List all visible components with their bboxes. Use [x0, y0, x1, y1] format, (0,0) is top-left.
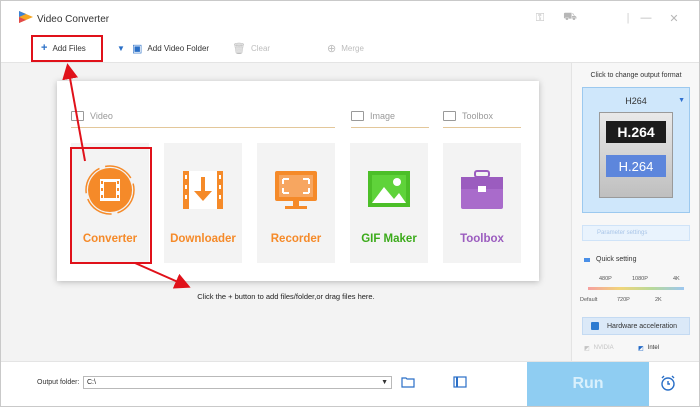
- download-icon: [183, 171, 223, 209]
- trash-icon: 🗑: [232, 42, 246, 55]
- app-title: Video Converter: [37, 14, 110, 25]
- hardware-acceleration-toggle[interactable]: Hardware acceleration: [582, 317, 690, 335]
- run-button[interactable]: Run: [527, 362, 649, 406]
- parameter-settings-button[interactable]: Parameter settings: [582, 225, 690, 241]
- scale-2k: 2K: [655, 297, 662, 303]
- alarm-clock-icon[interactable]: [659, 374, 677, 392]
- nvidia-option[interactable]: ◩ NVIDIA: [584, 340, 614, 356]
- bottom-bar: Output folder: C:\ ▼ Run: [1, 361, 699, 406]
- add-files-dropdown[interactable]: ▼: [117, 41, 130, 55]
- quick-setting-icon: [584, 257, 590, 262]
- drop-hint: Click the + button to add files/folder,o…: [197, 292, 375, 301]
- merge-icon: ⊕: [327, 42, 337, 55]
- output-folder-label: Output folder:: [37, 379, 80, 386]
- preview-folder-icon[interactable]: [453, 376, 467, 388]
- tile-toolbox-label: Toolbox: [460, 233, 504, 245]
- quick-setting-title: Quick setting: [584, 256, 636, 263]
- close-button[interactable]: ✕: [667, 11, 681, 25]
- converter-highlight: [70, 147, 152, 264]
- app-window: Video Converter ⚿ ⛟ | — ✕ + Add Files ▼ …: [0, 0, 700, 407]
- add-video-folder-button[interactable]: ▣ Add Video Folder: [132, 41, 209, 55]
- tile-downloader-label: Downloader: [170, 233, 236, 245]
- quick-setting-label: Quick setting: [596, 256, 637, 263]
- cart-icon[interactable]: ⛟: [563, 11, 577, 25]
- format-badge-bottom: H.264: [606, 155, 666, 177]
- toolbar: + Add Files ▼ ▣ Add Video Folder 🗑 Clear…: [1, 31, 699, 63]
- clear-label: Clear: [250, 43, 271, 53]
- nvidia-icon: ◩: [584, 345, 590, 352]
- merge-button[interactable]: ⊕ Merge: [327, 41, 364, 55]
- format-thumbnail: H.264 H.264: [599, 112, 673, 198]
- intel-icon: ◩: [638, 345, 644, 352]
- tile-recorder[interactable]: Recorder: [257, 143, 335, 263]
- tile-downloader[interactable]: Downloader: [164, 143, 242, 263]
- output-folder-value: C:\: [87, 379, 96, 386]
- nvidia-label: NVIDIA: [593, 345, 614, 351]
- add-video-folder-label: Add Video Folder: [147, 43, 210, 53]
- checkbox-icon: [591, 322, 599, 330]
- scale-720p: 720P: [617, 297, 630, 303]
- divider: |: [626, 12, 630, 24]
- minimize-button[interactable]: —: [639, 11, 653, 25]
- section-video: Video: [71, 109, 113, 123]
- add-files-highlight: [31, 35, 103, 62]
- section-toolbox: Toolbox: [443, 109, 493, 123]
- key-icon[interactable]: ⚿: [533, 11, 547, 25]
- app-logo-icon: [19, 11, 33, 23]
- scale-480p: 480P: [599, 276, 612, 282]
- chevron-down-icon: ▼: [117, 43, 125, 53]
- toolbox-section-icon: [443, 111, 456, 121]
- chevron-down-icon[interactable]: ▼: [381, 377, 388, 388]
- toolbox-icon: [461, 170, 503, 209]
- monitor-record-icon: [275, 171, 317, 209]
- toolbox-underline: [443, 127, 521, 128]
- folder-icon: ▣: [132, 42, 143, 55]
- video-underline: [71, 127, 335, 128]
- tile-recorder-label: Recorder: [270, 233, 322, 245]
- clear-button[interactable]: 🗑 Clear: [232, 41, 270, 55]
- section-image-label: Image: [370, 111, 396, 121]
- scale-default: Default: [580, 297, 598, 303]
- tile-gif-maker-label: GIF Maker: [361, 233, 417, 245]
- video-icon: [71, 111, 84, 121]
- parameter-settings-label: Parameter settings: [597, 230, 648, 236]
- tile-toolbox[interactable]: Toolbox: [443, 143, 521, 263]
- output-folder-field[interactable]: C:\ ▼: [83, 376, 392, 389]
- output-format-panel: Click to change output format H264 ▼ H.2…: [571, 63, 699, 361]
- section-video-label: Video: [90, 111, 113, 121]
- section-toolbox-label: Toolbox: [462, 111, 494, 121]
- quality-slider[interactable]: 480P 1080P 4K Default 720P 2K: [580, 272, 690, 306]
- merge-label: Merge: [341, 43, 364, 53]
- folder-open-icon[interactable]: [401, 376, 415, 388]
- intel-label: Intel: [647, 345, 660, 351]
- format-selector[interactable]: H264 ▼ H.264 H.264: [582, 87, 690, 213]
- image-mountain-icon: [368, 171, 410, 207]
- title-bar: Video Converter ⚿ ⛟ | — ✕: [1, 1, 699, 31]
- output-format-title: Click to change output format: [590, 72, 682, 79]
- hardware-acceleration-label: Hardware acceleration: [607, 322, 678, 330]
- format-name: H264: [625, 96, 647, 106]
- format-badge-top: H.264: [606, 121, 666, 143]
- image-underline: [351, 127, 429, 128]
- tile-gif-maker[interactable]: GIF Maker: [350, 143, 428, 263]
- intel-option[interactable]: ◩ Intel: [638, 340, 659, 356]
- scale-4k: 4K: [673, 276, 680, 282]
- scale-1080p: 1080P: [632, 276, 648, 282]
- caret-down-icon: ▼: [678, 97, 685, 104]
- section-image: Image: [351, 109, 395, 123]
- quality-slider-track[interactable]: [588, 287, 684, 290]
- image-icon: [351, 111, 364, 121]
